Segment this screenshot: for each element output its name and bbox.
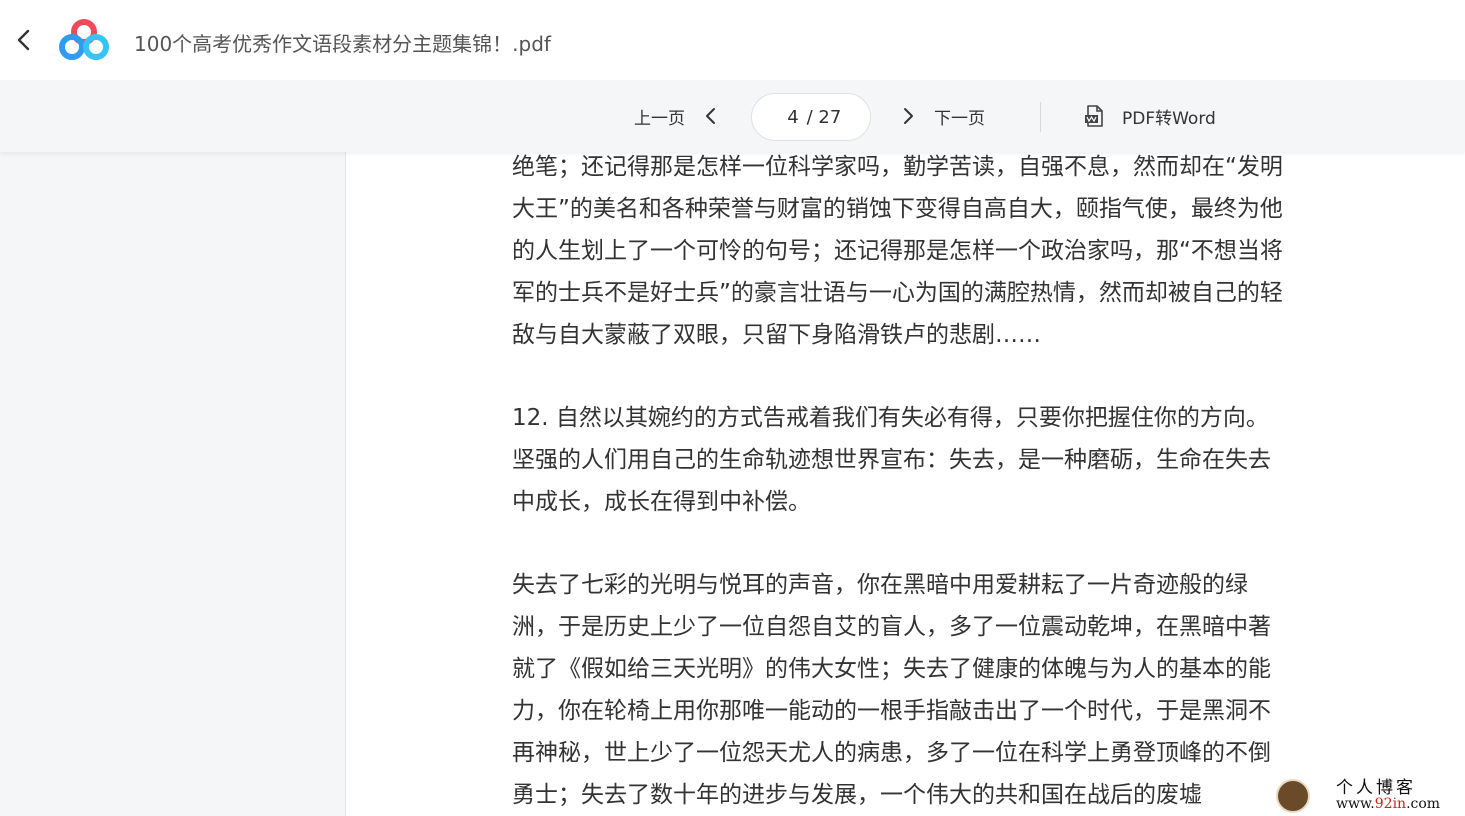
paragraph: 绝笔；还记得那是怎样一位科学家吗，勤学苦读，自强不息，然而却在“发明 大王”的美… bbox=[512, 146, 1372, 356]
text-line: 敌与自大蒙蔽了双眼，只留下身陷滑铁卢的悲剧…… bbox=[512, 322, 1041, 348]
text-line: 勇士；失去了数十年的进步与发展，一个伟大的共和国在战后的废墟 bbox=[512, 782, 1202, 808]
paragraph: 失去了七彩的光明与悦耳的声音，你在黑暗中用爱耕耘了一片奇迹般的绿 洲，于是历史上… bbox=[512, 564, 1372, 816]
document-title: 100个高考优秀作文语段素材分主题集锦！.pdf bbox=[134, 32, 551, 56]
back-button[interactable] bbox=[8, 24, 40, 56]
text-line: 坚强的人们用自己的生命轨迹想世界宣布：失去，是一种磨砺，生命在失去 bbox=[512, 447, 1271, 473]
prev-page-button[interactable]: 上一页 bbox=[634, 80, 721, 152]
blog-watermark: 个人博客 www.92in.com bbox=[1268, 776, 1465, 816]
left-panel bbox=[0, 152, 345, 816]
baidu-netdisk-logo bbox=[59, 19, 109, 60]
text-line: 绝笔；还记得那是怎样一位科学家吗，勤学苦读，自强不息，然而却在“发明 bbox=[512, 154, 1283, 180]
next-page-button[interactable]: 下一页 bbox=[898, 80, 985, 152]
chevron-left-icon bbox=[706, 108, 715, 124]
current-page-input[interactable] bbox=[780, 106, 799, 128]
watermark-url: www.92in.com bbox=[1336, 796, 1441, 812]
page-number-box: / 27 bbox=[751, 93, 871, 141]
pdf-to-word-label: PDF转Word bbox=[1122, 108, 1216, 129]
paragraph: 12. 自然以其婉约的方式告戒着我们有失必有得，只要你把握住你的方向。 坚强的人… bbox=[512, 397, 1372, 523]
watermark-text: 个人博客 www.92in.com bbox=[1336, 778, 1441, 813]
watermark-title: 个人博客 bbox=[1336, 778, 1416, 798]
total-pages: / 27 bbox=[806, 106, 842, 128]
text-line: 就了《假如给三天光明》的伟大女性；失去了健康的体魄与为人的基本的能 bbox=[512, 656, 1271, 682]
text-line: 大王”的美名和各种荣誉与财富的销蚀下变得自高自大，颐指气使，最终为他 bbox=[512, 196, 1283, 222]
text-line: 再神秘，世上少了一位怨天尤人的病患，多了一位在科学上勇登顶峰的不倒 bbox=[512, 740, 1271, 766]
pdf-page-content: 绝笔；还记得那是怎样一位科学家吗，勤学苦读，自强不息，然而却在“发明 大王”的美… bbox=[512, 146, 1372, 816]
text-line: 力，你在轮椅上用你那唯一能动的一根手指敲击出了一个时代，于是黑洞不 bbox=[512, 698, 1271, 724]
text-line: 洲，于是历史上少了一位自怨自艾的盲人，多了一位震动乾坤，在黑暗中著 bbox=[512, 614, 1271, 640]
text-line: 失去了七彩的光明与悦耳的声音，你在黑暗中用爱耕耘了一片奇迹般的绿 bbox=[512, 572, 1248, 598]
page-edge bbox=[345, 152, 346, 816]
title-bar: 100个高考优秀作文语段素材分主题集锦！.pdf bbox=[0, 0, 1465, 80]
chevron-left-icon bbox=[17, 29, 30, 51]
text-line: 12. 自然以其婉约的方式告戒着我们有失必有得，只要你把握住你的方向。 bbox=[512, 405, 1269, 431]
watermark-avatar bbox=[1276, 779, 1310, 813]
text-line: 中成长，成长在得到中补偿。 bbox=[512, 489, 811, 515]
pdf-to-word-icon bbox=[1085, 105, 1103, 127]
pdf-to-word-button[interactable]: PDF转Word bbox=[1084, 80, 1216, 152]
prev-page-label: 上一页 bbox=[634, 108, 685, 129]
toolbar-divider bbox=[1040, 102, 1041, 132]
next-page-label: 下一页 bbox=[934, 108, 985, 129]
text-line: 的人生划上了一个可怜的句号；还记得那是怎样一个政治家吗，那“不想当将 bbox=[512, 238, 1283, 264]
text-line: 军的士兵不是好士兵”的豪言壮语与一心为国的满腔热情，然而却被自己的轻 bbox=[512, 280, 1283, 306]
pdf-toolbar: 上一页 / 27 下一页 PDF转Word bbox=[0, 80, 1465, 152]
chevron-right-icon bbox=[904, 108, 913, 124]
